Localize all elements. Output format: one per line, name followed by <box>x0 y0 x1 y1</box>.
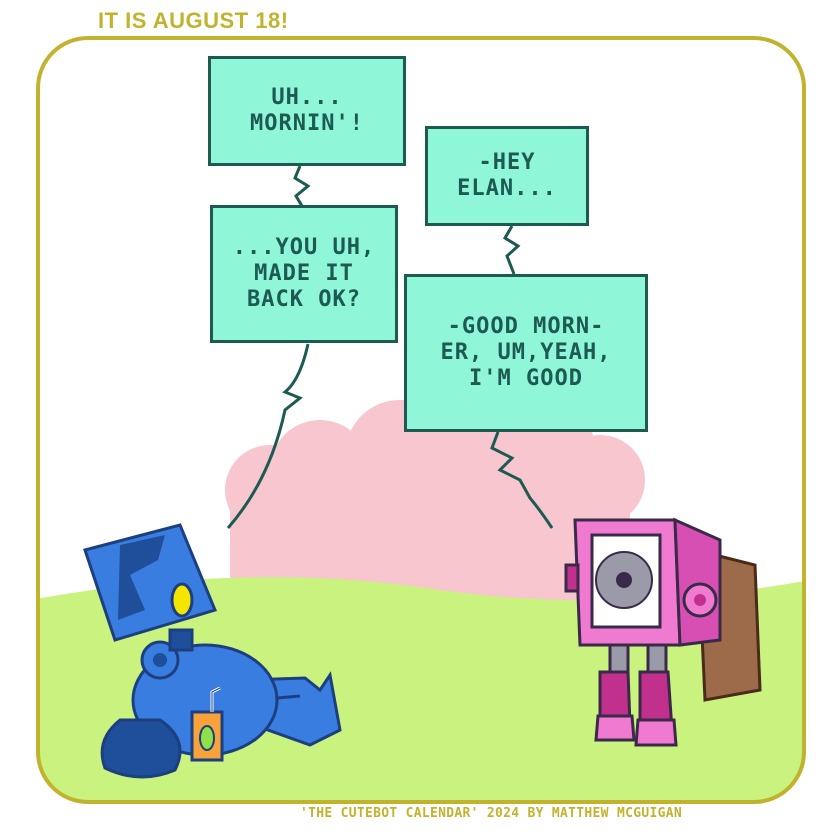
speech-text: -HEY ELAN... <box>457 150 557 201</box>
speech-bubble-pink-2: -GOOD MORN- ER, UM,YEAH, I'M GOOD <box>404 274 648 432</box>
credit-line: 'THE CUTEBOT CALENDAR' 2024 BY MATTHEW M… <box>300 806 682 821</box>
speech-bubble-blue-2: ...YOU UH, MADE IT BACK OK? <box>210 205 398 343</box>
speech-text: UH... MORNIN'! <box>250 85 364 136</box>
speech-bubble-blue-1: UH... MORNIN'! <box>208 56 406 166</box>
speech-text: ...YOU UH, MADE IT BACK OK? <box>232 235 376 312</box>
speech-text: -GOOD MORN- ER, UM,YEAH, I'M GOOD <box>440 314 612 391</box>
speech-bubble-pink-1: -HEY ELAN... <box>425 126 589 226</box>
